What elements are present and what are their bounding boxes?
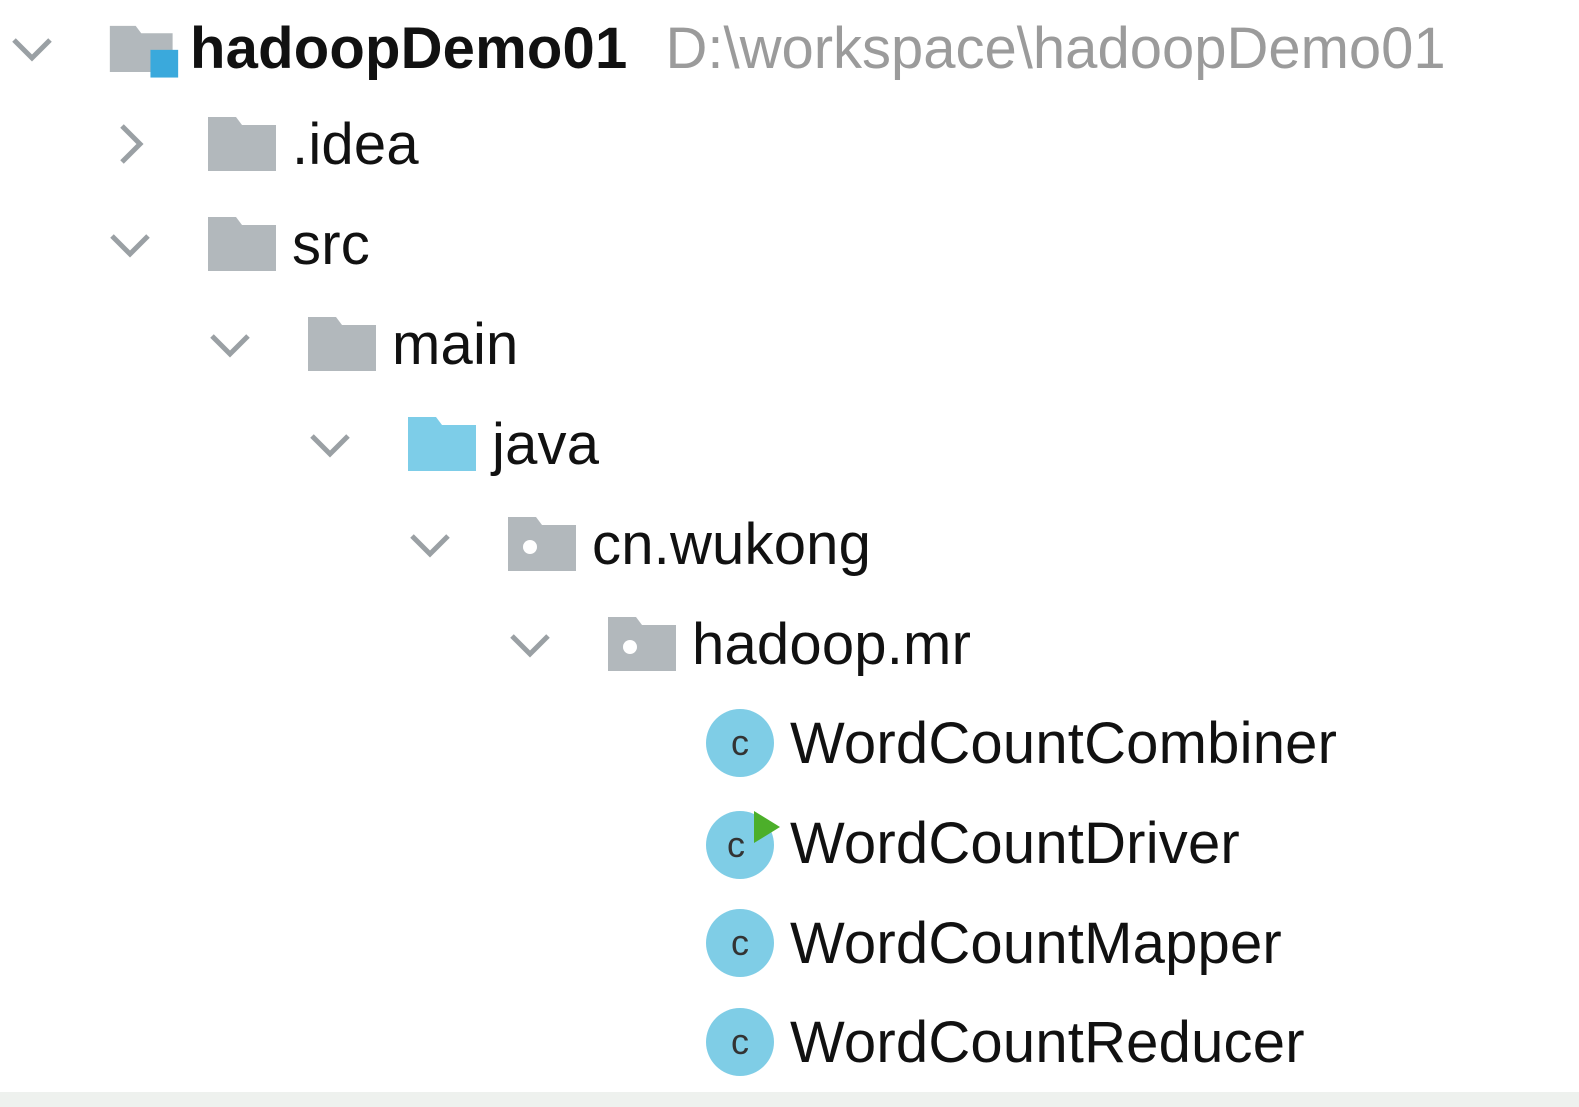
chevron-down-icon[interactable] <box>406 520 454 568</box>
java-class-icon: c <box>704 707 776 779</box>
class-label: WordCountReducer <box>790 1009 1305 1075</box>
package-icon <box>606 614 678 674</box>
class-label: WordCountDriver <box>790 810 1240 876</box>
tree-item-label: src <box>292 211 370 277</box>
class-letter: c <box>731 1021 749 1062</box>
tree-row-class[interactable]: c WordCountReducer <box>704 992 1579 1092</box>
tree-row-class[interactable]: c WordCountMapper <box>704 893 1579 993</box>
project-path: D:\workspace\hadoopDemo01 <box>665 15 1446 81</box>
java-class-icon: c <box>704 907 776 979</box>
tree-row-idea[interactable]: .idea <box>106 94 1579 194</box>
chevron-down-icon[interactable] <box>8 24 56 72</box>
tree-row-root[interactable]: hadoopDemo01 D:\workspace\hadoopDemo01 <box>8 0 1579 98</box>
chevron-down-icon[interactable] <box>206 320 254 368</box>
source-root-folder-icon <box>406 414 478 474</box>
tree-row-class[interactable]: c WordCountCombiner <box>704 693 1579 793</box>
chevron-down-icon[interactable] <box>306 420 354 468</box>
chevron-down-icon[interactable] <box>506 620 554 668</box>
tree-item-label: java <box>492 411 600 477</box>
tree-row-cn-wukong[interactable]: cn.wukong <box>406 494 1579 594</box>
tree-row-class[interactable]: c WordCountDriver <box>704 793 1579 893</box>
tree-row-src[interactable]: src <box>106 194 1579 294</box>
java-class-icon: c <box>704 1006 776 1078</box>
tree-item-label: .idea <box>292 111 419 177</box>
chevron-right-icon[interactable] <box>106 120 154 168</box>
folder-icon <box>206 214 278 274</box>
tree-row-hadoop-mr[interactable]: hadoop.mr <box>506 594 1579 694</box>
class-letter: c <box>731 722 749 763</box>
class-label: WordCountCombiner <box>790 710 1338 776</box>
class-letter: c <box>731 922 749 963</box>
folder-icon <box>206 114 278 174</box>
tree-item-label: hadoop.mr <box>692 611 972 677</box>
class-letter: c <box>727 824 745 865</box>
java-class-run-icon: c <box>704 807 780 879</box>
tree-item-label: cn.wukong <box>592 511 872 577</box>
folder-icon <box>306 314 378 374</box>
class-label: WordCountMapper <box>790 910 1282 976</box>
package-icon <box>506 514 578 574</box>
tree-row-java[interactable]: java <box>306 394 1579 494</box>
project-name: hadoopDemo01 <box>190 15 628 81</box>
project-tree: hadoopDemo01 D:\workspace\hadoopDemo01 .… <box>0 0 1579 1090</box>
chevron-down-icon[interactable] <box>106 220 154 268</box>
module-folder-icon <box>108 18 180 78</box>
tree-row-main[interactable]: main <box>206 294 1579 394</box>
panel-bottom-edge <box>0 1092 1579 1107</box>
tree-item-label: main <box>392 311 519 377</box>
